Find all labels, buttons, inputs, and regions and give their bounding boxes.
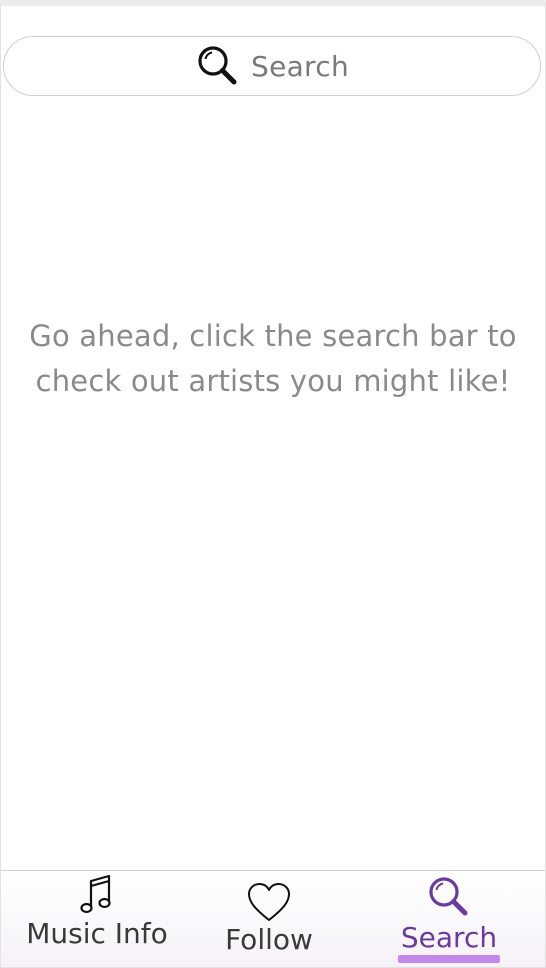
search-icon	[195, 43, 241, 89]
search-placeholder: Search	[251, 49, 349, 83]
music-note-icon	[79, 871, 115, 917]
tab-search[interactable]: Search	[393, 871, 505, 967]
tab-music-info-label: Music Info	[26, 917, 168, 950]
empty-state-message: Go ahead, click the search bar to check …	[1, 314, 545, 404]
tab-follow[interactable]: Follow	[211, 871, 327, 967]
search-bar[interactable]: Search	[3, 36, 541, 96]
heart-icon	[246, 871, 292, 923]
app-screen: Search Go ahead, click the search bar to…	[0, 0, 546, 968]
bottom-tab-bar: Music Info Follow Search	[1, 870, 545, 967]
empty-state-line-2: check out artists you might like!	[35, 364, 511, 398]
active-tab-indicator	[398, 955, 500, 963]
tab-follow-label: Follow	[225, 923, 313, 956]
tab-search-label: Search	[400, 921, 498, 954]
empty-state-line-1: Go ahead, click the search bar to	[29, 319, 517, 353]
tab-music-info[interactable]: Music Info	[21, 871, 173, 967]
search-icon	[426, 871, 472, 921]
